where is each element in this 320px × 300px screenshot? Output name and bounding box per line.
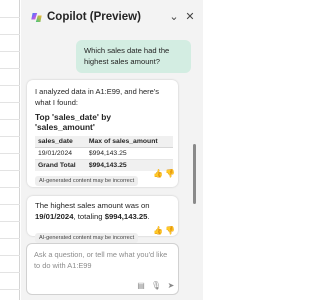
- pane-header: Copilot (Preview) ⌄ ✕: [21, 0, 203, 34]
- thumbs-down-icon[interactable]: 👎: [165, 169, 175, 178]
- grid-line: [0, 102, 20, 103]
- table-cell: 19/01/2024: [35, 147, 86, 160]
- grid-line: [0, 85, 20, 86]
- grid-line: [0, 51, 20, 52]
- grid-line: [0, 238, 20, 239]
- table-cell: $994,143.25: [85, 147, 173, 160]
- grid-line: [0, 153, 20, 154]
- summary-text: , totaling: [73, 211, 105, 221]
- scrollbar[interactable]: [193, 44, 196, 244]
- response-footer: AI-generated content may be incorrect 👍 …: [35, 169, 175, 186]
- close-icon[interactable]: ✕: [183, 10, 197, 24]
- grid-line: [0, 17, 20, 18]
- response-heading: Top 'sales_date' by 'sales_amount': [35, 112, 111, 132]
- result-table: sales_date Max of sales_amount 19/01/202…: [35, 136, 173, 171]
- grid-line: [0, 170, 20, 171]
- mic-icon[interactable]: 🎙: [151, 281, 161, 291]
- ai-disclaimer-badge: AI-generated content may be incorrect: [35, 176, 139, 186]
- summary-text: .: [147, 211, 150, 221]
- grid-line: [0, 119, 20, 120]
- ai-disclaimer-badge: AI-generated content may be incorrect: [35, 233, 139, 243]
- composer-toolbar: ▤ 🎙 ➤: [26, 281, 179, 293]
- scrollbar-thumb[interactable]: [193, 144, 196, 204]
- grid-line: [0, 187, 20, 188]
- grid-line: [0, 204, 20, 205]
- response-footer: AI-generated content may be incorrect 👍 …: [35, 226, 175, 243]
- response-card: I analyzed data in A1:E99, and here's wh…: [27, 80, 178, 187]
- grid-line: [0, 221, 20, 222]
- summary-text: The highest sales amount was on: [35, 201, 150, 210]
- response-intro: I analyzed data in A1:E99, and here's wh…: [35, 87, 160, 107]
- grid-line: [0, 272, 20, 273]
- grid-line: [0, 255, 20, 256]
- send-icon[interactable]: ➤: [166, 281, 176, 291]
- spreadsheet-strip: [0, 0, 20, 300]
- table-header-cell: sales_date: [35, 136, 86, 148]
- user-message-bubble: Which sales date had the highest sales a…: [76, 40, 191, 73]
- response-summary: The highest sales amount was on 19/01/20…: [35, 201, 171, 222]
- grid-line: [0, 68, 20, 69]
- thumbs-down-icon[interactable]: 👎: [165, 226, 175, 235]
- prompts-icon[interactable]: ▤: [136, 281, 146, 291]
- prompt-placeholder: Ask a question, or tell me what you'd li…: [34, 250, 168, 270]
- table-row: 19/01/2024 $994,143.25: [35, 147, 173, 160]
- summary-amount: $994,143.25: [104, 211, 148, 221]
- table-header-row: sales_date Max of sales_amount: [35, 136, 173, 148]
- thumbs-up-icon[interactable]: 👍: [153, 226, 163, 235]
- grid-line: [0, 289, 20, 290]
- copilot-logo-icon: [31, 12, 42, 23]
- chevron-down-icon[interactable]: ⌄: [167, 10, 181, 24]
- pane-title: Copilot (Preview): [47, 11, 141, 23]
- copilot-pane: Copilot (Preview) ⌄ ✕ Which sales date h…: [21, 0, 203, 300]
- table-header-cell: Max of sales_amount: [85, 136, 173, 148]
- thumbs-up-icon[interactable]: 👍: [153, 169, 163, 178]
- user-message-text: Which sales date had the highest sales a…: [84, 46, 170, 66]
- grid-line: [0, 136, 20, 137]
- summary-date: 19/01/2024: [35, 211, 74, 221]
- grid-line: [0, 34, 20, 35]
